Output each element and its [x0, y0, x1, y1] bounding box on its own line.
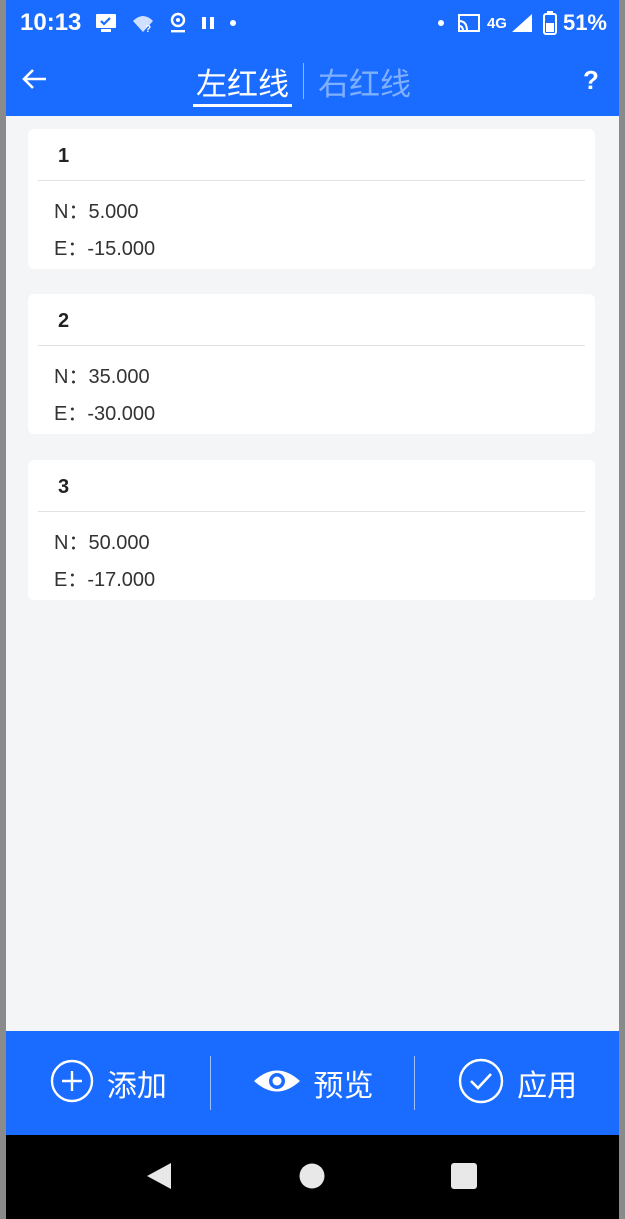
preview-button[interactable]: 预览	[211, 1031, 415, 1135]
divider	[38, 511, 585, 512]
point-index: 1	[58, 145, 70, 167]
apply-label: 应用	[517, 1069, 578, 1104]
nav-recents-button[interactable]	[449, 1163, 479, 1193]
point-card[interactable]: 1 N：5.000 E：-15.000	[28, 129, 595, 269]
point-card[interactable]: 3 N：50.000 E：-17.000	[28, 460, 595, 600]
app-bar: 左红线 右红线 ?	[6, 46, 619, 116]
nav-home-button[interactable]	[297, 1163, 327, 1193]
point-index: 3	[58, 476, 70, 498]
plus-circle-icon	[49, 1058, 95, 1108]
svg-text:?: ?	[145, 24, 151, 33]
preview-label: 预览	[313, 1069, 374, 1104]
network-type: 4G	[486, 14, 507, 32]
easting-value: E：-15.000	[54, 238, 156, 260]
tab-left-redline[interactable]: 左红线	[190, 46, 295, 116]
nav-back-button[interactable]	[144, 1163, 174, 1193]
easting-value: E：-30.000	[54, 403, 156, 425]
help-button[interactable]: ?	[577, 60, 605, 100]
cast-icon	[457, 13, 481, 33]
check-circle-icon	[457, 1057, 505, 1109]
dot-icon	[229, 19, 237, 27]
tab-divider	[303, 63, 304, 99]
eye-icon	[252, 1066, 302, 1100]
add-button[interactable]: 添加	[6, 1031, 210, 1135]
status-time: 10:13	[20, 9, 82, 36]
action-bar: 添加 预览 应用	[6, 1031, 619, 1135]
northing-value: N：50.000	[54, 532, 150, 554]
northing-value: N：35.000	[54, 366, 150, 388]
divider	[38, 180, 585, 181]
tab-right-redline[interactable]: 右红线	[312, 46, 417, 116]
point-card[interactable]: 2 N：35.000 E：-30.000	[28, 294, 595, 434]
northing-value: N：5.000	[54, 201, 139, 223]
add-label: 添加	[106, 1069, 167, 1104]
signal-icon	[511, 13, 533, 33]
apply-button[interactable]: 应用	[415, 1031, 619, 1135]
tab-bar: 左红线 右红线	[190, 46, 417, 116]
square-recents-icon	[450, 1162, 478, 1194]
battery-icon	[542, 11, 557, 35]
divider	[38, 345, 585, 346]
pause-icon	[201, 15, 215, 31]
app-screen: 10:13 ? 4G 51% 左红线 右红线 ? 1 N：5.000 E：-15…	[6, 0, 619, 1219]
arrow-left-icon	[20, 67, 48, 95]
triangle-back-icon	[145, 1161, 173, 1195]
wifi-icon: ?	[131, 13, 155, 33]
easting-value: E：-17.000	[54, 569, 156, 591]
dot-icon	[437, 19, 445, 27]
system-nav-bar	[6, 1135, 619, 1219]
battery-percent: 51%	[562, 10, 607, 35]
point-index: 2	[58, 310, 70, 332]
circle-home-icon	[298, 1162, 326, 1194]
location-icon	[169, 12, 187, 34]
notification-check-icon	[95, 13, 117, 33]
status-bar: 10:13 ? 4G 51%	[6, 0, 619, 46]
back-button[interactable]	[16, 63, 52, 99]
